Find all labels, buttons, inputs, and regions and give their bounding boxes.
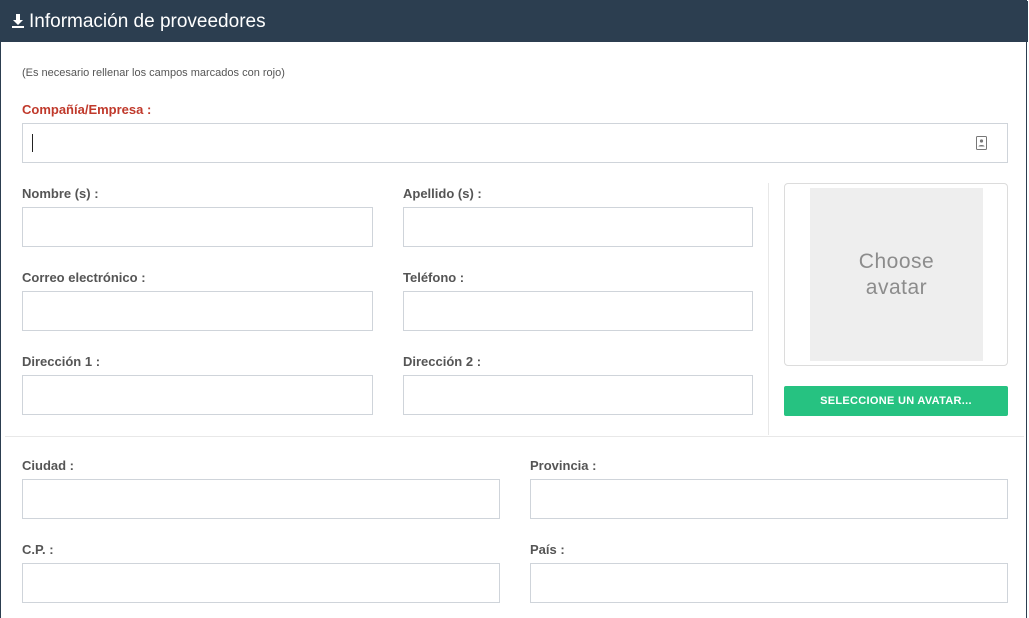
avatar-placeholder-line1: Choose bbox=[858, 249, 935, 273]
horizontal-divider bbox=[5, 436, 1024, 437]
first-name-label: Nombre (s) : bbox=[22, 186, 99, 201]
first-name-input[interactable] bbox=[22, 207, 373, 247]
email-label: Correo electrónico : bbox=[22, 270, 146, 285]
last-name-label: Apellido (s) : bbox=[403, 186, 482, 201]
company-field-wrapper bbox=[22, 123, 1008, 163]
contact-card-icon bbox=[976, 136, 987, 150]
country-input[interactable] bbox=[530, 563, 1008, 603]
city-input[interactable] bbox=[22, 479, 500, 519]
phone-label: Teléfono : bbox=[403, 270, 465, 285]
city-label: Ciudad : bbox=[22, 458, 74, 473]
phone-input[interactable] bbox=[403, 291, 753, 331]
province-input[interactable] bbox=[530, 479, 1008, 519]
required-fields-note: (Es necesario rellenar los campos marcad… bbox=[22, 67, 285, 79]
company-label: Compañía/Empresa : bbox=[22, 102, 152, 117]
company-input[interactable] bbox=[22, 123, 1008, 163]
panel-header: Información de proveedores bbox=[1, 1, 1028, 42]
country-label: País : bbox=[530, 542, 565, 557]
vertical-divider bbox=[768, 183, 769, 435]
last-name-input[interactable] bbox=[403, 207, 753, 247]
select-avatar-button[interactable]: SELECCIONE UN AVATAR... bbox=[784, 386, 1008, 416]
zip-input[interactable] bbox=[22, 563, 500, 603]
avatar-preview: Choose avatar bbox=[784, 183, 1008, 366]
supplier-info-panel: Información de proveedores (Es necesario… bbox=[0, 0, 1028, 618]
download-icon bbox=[12, 14, 24, 28]
address2-input[interactable] bbox=[403, 375, 753, 415]
province-label: Provincia : bbox=[530, 458, 597, 473]
email-input[interactable] bbox=[22, 291, 373, 331]
address1-label: Dirección 1 : bbox=[22, 354, 101, 369]
address2-label: Dirección 2 : bbox=[403, 354, 482, 369]
address1-input[interactable] bbox=[22, 375, 373, 415]
text-caret bbox=[32, 134, 33, 152]
zip-label: C.P. : bbox=[22, 542, 54, 557]
avatar-placeholder-line2: avatar bbox=[865, 275, 928, 299]
panel-title: Información de proveedores bbox=[29, 11, 266, 32]
avatar-placeholder[interactable]: Choose avatar bbox=[810, 188, 983, 361]
